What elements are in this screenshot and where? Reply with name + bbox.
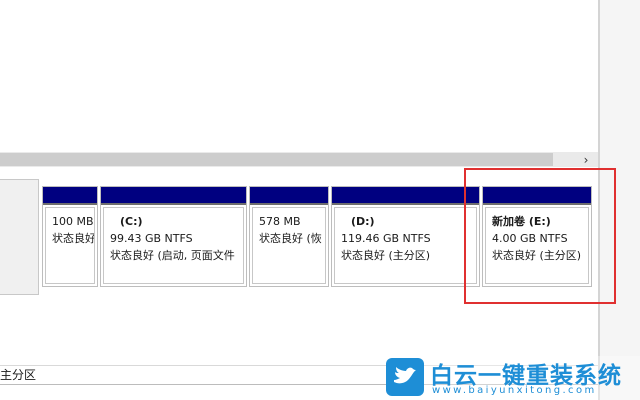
watermark-url: www.baiyunxitong.com — [432, 385, 597, 396]
scroll-right-arrow-icon[interactable]: › — [576, 152, 596, 167]
partition-c[interactable]: (C:) 99.43 GB NTFS 状态良好 (启动, 页面文件 — [100, 186, 247, 287]
partition-size: 578 MB — [259, 215, 301, 228]
legend-primary-partition: 主分区 — [0, 368, 37, 382]
partition-color-bar — [101, 187, 246, 205]
highlight-box — [464, 168, 616, 304]
partition-name: (C:) — [120, 215, 143, 228]
partition-status: 状态良好 (主分区) — [341, 249, 431, 262]
partition-status: 状态良好 — [52, 232, 95, 245]
partition-status: 状态良好 (恢 — [259, 232, 322, 245]
partition-size: 100 MB — [52, 215, 94, 228]
partition-system-reserved[interactable]: 100 MB 状态良好 — [42, 186, 98, 287]
partition-size: 99.43 GB NTFS — [110, 232, 193, 245]
watermark: 白云一键重装系统 www.baiyunxitong.com — [386, 356, 640, 400]
partition-name: (D:) — [351, 215, 375, 228]
scrollbar-thumb[interactable] — [0, 153, 553, 166]
partition-status: 状态良好 (启动, 页面文件 — [110, 249, 235, 262]
partition-recovery[interactable]: 578 MB 状态良好 (恢 — [249, 186, 329, 287]
volume-list-area[interactable] — [0, 0, 598, 152]
partition-size: 119.46 GB NTFS — [341, 232, 431, 245]
partition-color-bar — [250, 187, 328, 205]
partition-color-bar — [43, 187, 97, 205]
disk-info-box[interactable] — [0, 179, 39, 295]
partition-d[interactable]: (D:) 119.46 GB NTFS 状态良好 (主分区) — [331, 186, 480, 287]
bird-icon — [386, 358, 424, 396]
partition-color-bar — [332, 187, 479, 205]
horizontal-scrollbar[interactable] — [0, 152, 598, 167]
